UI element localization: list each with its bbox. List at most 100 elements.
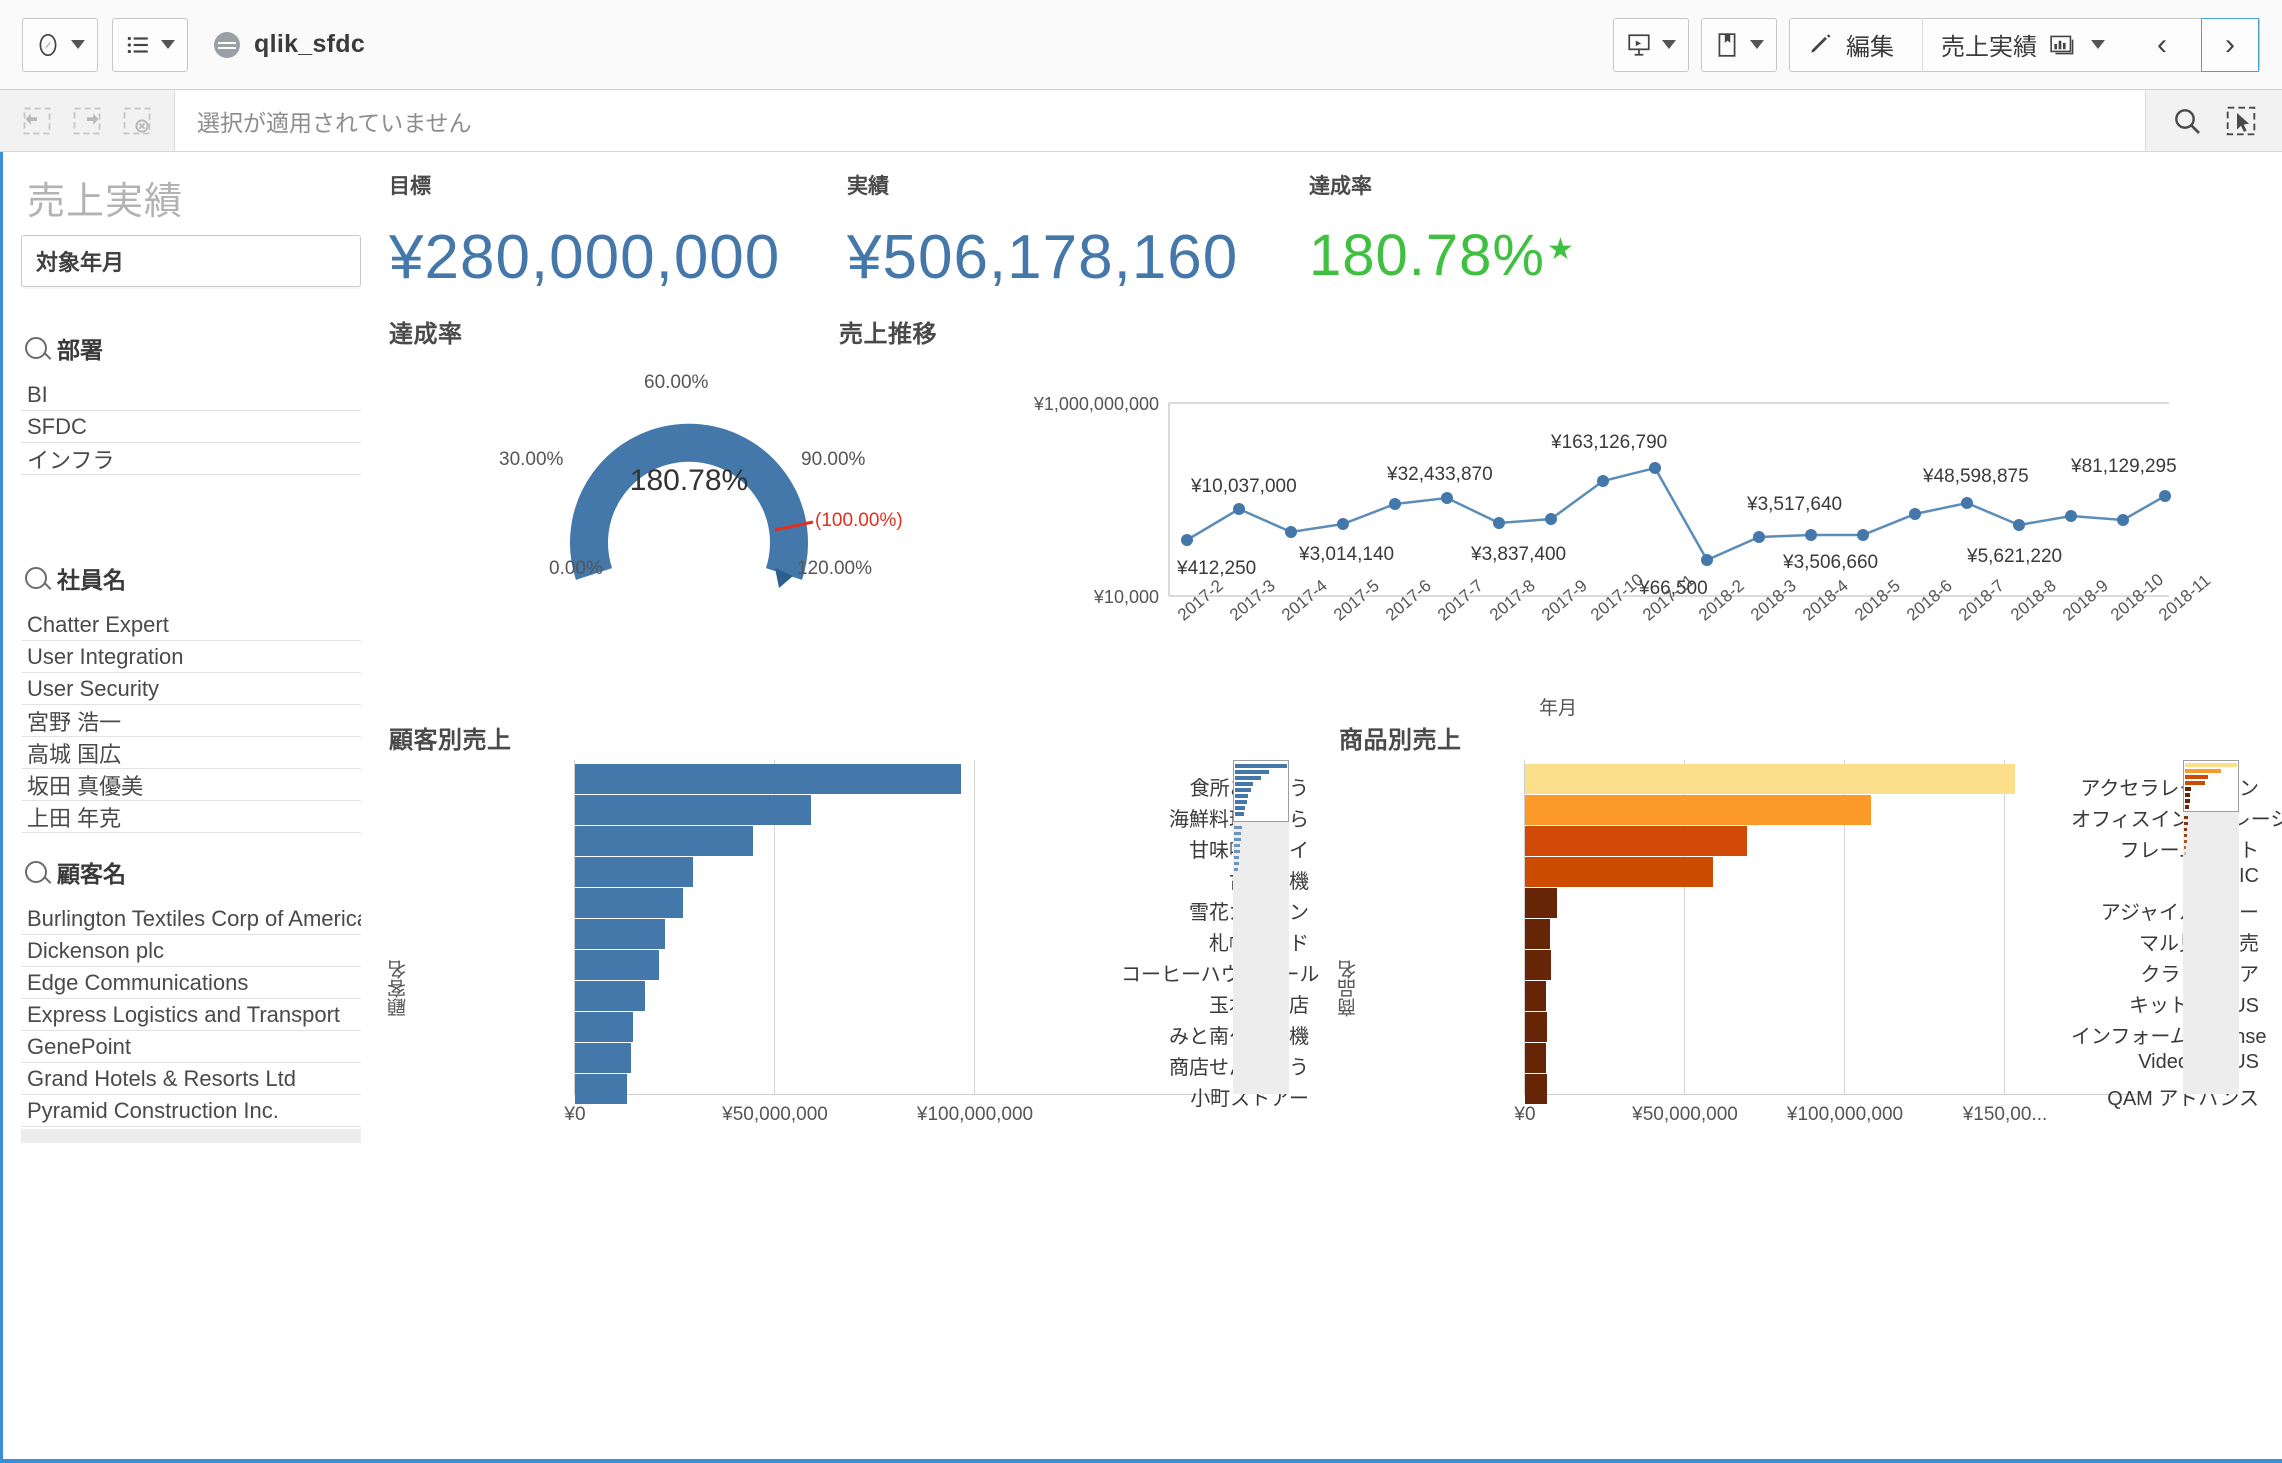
selection-status[interactable]: 選択が適用されていません [174,90,2146,151]
sales-by-product-scroll-thumb[interactable] [2183,760,2239,812]
list-item-label: BI [27,381,48,407]
bar[interactable] [1525,950,1551,980]
filter-list-department-header[interactable]: 部署 [21,327,361,379]
bar[interactable] [1525,857,1713,887]
filter-list-customer: 顧客名 Burlington Textiles Corp of America … [21,851,361,1143]
sales-by-customer-yaxis-title: 顧客名 [388,960,409,1017]
sales-by-product-xaxis [1524,1094,2144,1095]
previous-sheet-button[interactable]: ‹ [2133,18,2191,72]
list-item-label: Dickenson plc [27,937,164,963]
search-icon[interactable] [2164,99,2210,143]
list-item[interactable]: インフラ [21,443,361,475]
bar[interactable] [575,888,683,918]
list-item[interactable]: Pyramid Construction Inc. [21,1095,361,1127]
list-item[interactable]: Express Logistics and Transport [21,999,361,1031]
edit-button[interactable]: 編集 [1790,18,1912,72]
bar[interactable] [575,1074,627,1104]
list-item-label: User Security [27,675,160,701]
filter-list-employee-header[interactable]: 社員名 [21,557,361,609]
sales-trend-chart[interactable]: ¥1,000,000,000 ¥10,000 ¥412,250 ¥10,037,… [839,348,2214,719]
bar[interactable] [575,981,645,1011]
list-item-label: 宮野 浩一 [27,709,122,735]
bar[interactable] [1525,888,1557,918]
sheet-selector-button[interactable]: 売上実績 [1922,17,2123,72]
bar[interactable] [1525,1043,1546,1073]
bar[interactable] [575,826,753,856]
filter-list-customer-scrollbar[interactable] [21,1129,361,1143]
bar[interactable] [575,1043,631,1073]
sales-by-customer-scroll-thumb[interactable] [1233,760,1289,822]
bar[interactable] [1525,1074,1547,1104]
list-item-label: Edge Communications [27,969,249,995]
bar[interactable] [575,795,811,825]
list-item-label: Chatter Expert [27,611,169,637]
step-back-icon[interactable] [14,99,60,143]
list-item-label: インフラ [27,447,115,473]
sheet-content: 目標 ¥280,000,000 実績 ¥506,178,160 達成率 180.… [379,152,2282,1463]
sales-by-product-scrollbar[interactable] [2183,760,2239,1094]
edit-sheet-group: 編集 売上実績 ‹ › [1789,17,2260,72]
selection-tool-icon[interactable] [2218,99,2264,143]
next-sheet-button[interactable]: › [2201,17,2259,72]
list-item[interactable]: 坂田 真優美 [21,769,361,801]
sales-by-customer-xtick: ¥0 [564,1104,586,1125]
list-item[interactable]: GenePoint [21,1031,361,1063]
sales-by-product-chart[interactable]: 商品名 アクセラレーション オフィスインテグレーシ... フレームソート QBI… [1329,752,2282,1172]
navigation-menu-button[interactable] [22,17,98,72]
bar[interactable] [575,950,659,980]
search-icon[interactable] [25,337,47,359]
list-item[interactable]: Burlington Textiles Corp of America [21,903,361,935]
bar[interactable] [1525,981,1546,1011]
edit-label: 編集 [1846,34,1894,61]
list-item[interactable]: BI [21,379,361,411]
bar[interactable] [1525,919,1550,949]
selection-tools [2146,99,2282,143]
app-title: qlik_sfdc [214,30,365,59]
list-item[interactable]: 高城 国広 [21,737,361,769]
period-filter-value: 対象年月 [36,250,125,275]
sales-by-customer-scrollbar[interactable] [1233,760,1289,1094]
list-item[interactable]: Edge Communications [21,967,361,999]
list-item[interactable]: User Integration [21,641,361,673]
gauge-chart[interactable]: 180.78% 0.00% 30.00% 60.00% 90.00% 120.0… [479,352,903,602]
filter-list-department: 部署 BI SFDC インフラ [21,327,361,475]
bar[interactable] [1525,1012,1547,1042]
period-filter-input[interactable]: 対象年月 [21,235,361,287]
nav-button-group [22,17,98,72]
sheet-list-button[interactable] [112,17,188,72]
sales-trend-point-label: ¥163,126,790 [1551,432,1668,453]
list-item[interactable]: User Security [21,673,361,705]
bar[interactable] [1525,764,2015,794]
list-item[interactable]: SFDC [21,411,361,443]
list-item-label: Grand Hotels & Resorts Ltd [27,1065,297,1091]
bar[interactable] [575,764,961,794]
list-item[interactable]: Grand Hotels & Resorts Ltd [21,1063,361,1095]
bar[interactable] [575,919,665,949]
storytelling-button[interactable] [1613,17,1689,72]
kpi-achievement-label: 達成率 [1309,175,1372,198]
top-toolbar: qlik_sfdc 編集 売上実績 ‹ › [0,0,2282,90]
list-item[interactable]: Chatter Expert [21,609,361,641]
list-item[interactable]: 上田 年克 [21,801,361,833]
bar[interactable] [575,1012,633,1042]
bar[interactable] [575,857,693,887]
clear-selections-icon[interactable] [114,99,160,143]
list-item-label: User Integration [27,643,184,669]
search-icon[interactable] [25,567,47,589]
page-title: 売上実績 [27,181,184,223]
list-item[interactable]: 宮野 浩一 [21,705,361,737]
step-forward-icon[interactable] [64,99,110,143]
sales-trend-point-label: ¥3,506,660 [1783,552,1879,573]
search-icon[interactable] [25,861,47,883]
compass-icon [39,33,57,56]
bar[interactable] [1525,795,1871,825]
bookmark-icon [1718,32,1736,57]
sales-by-product-xtick: ¥100,000,000 [1786,1104,1904,1125]
sales-by-customer-xtick: ¥100,000,000 [916,1104,1034,1125]
bookmark-button[interactable] [1701,17,1777,72]
selection-history-controls [0,99,174,143]
bar[interactable] [1525,826,1747,856]
filter-list-customer-header[interactable]: 顧客名 [21,851,361,903]
sales-by-customer-chart[interactable]: 顧客名 食所あんどう 海鮮料理くじら 甘味喫茶ダイ 古川電機 雪花ガーデン 札幌… [379,752,1319,1172]
list-item[interactable]: Dickenson plc [21,935,361,967]
